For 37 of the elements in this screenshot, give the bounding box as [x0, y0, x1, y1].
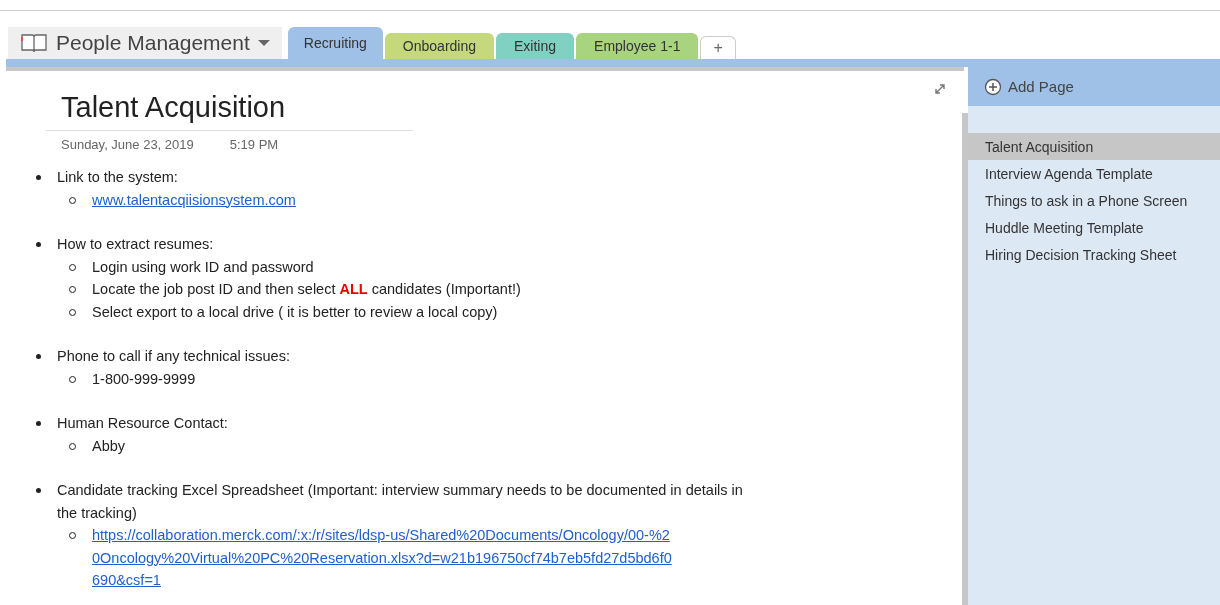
bullet-icon — [36, 242, 41, 247]
section-tab[interactable]: Onboarding — [384, 33, 494, 59]
bullet-text: Human Resource Contact: — [57, 414, 228, 433]
bullet-icon — [36, 421, 41, 426]
link[interactable]: www.talentacqiisionsystem.com — [92, 188, 296, 211]
bullet-text: Login using work ID and password — [92, 257, 314, 277]
notebook-selector[interactable]: People Management — [8, 27, 282, 59]
bullet-text: Candidate tracking Excel Spreadsheet (Important: interview summary needs to be documented in details in the tracking) — [57, 481, 744, 523]
page-date: Sunday, June 23, 2019 — [61, 137, 194, 152]
add-page-button[interactable]: Add Page — [968, 67, 1220, 106]
bullet-icon — [36, 354, 41, 359]
page-list-item[interactable]: Talent Acquisition — [968, 133, 1220, 160]
bullet-text: Select export to a local drive ( it is better to review a local copy) — [92, 302, 498, 322]
section-tab[interactable]: Employee 1-1 — [576, 33, 699, 59]
bullet-text: How to extract resumes: — [57, 235, 214, 254]
plus-circle-icon — [984, 77, 1002, 96]
section-tab[interactable]: Exiting — [496, 33, 575, 59]
bullet-icon — [36, 488, 41, 493]
page-title: Talent Acquisition — [61, 91, 287, 124]
bullet-text: Abby — [92, 436, 126, 456]
link[interactable]: https://collaboration.merck.com/:x:/r/sites/ldsp-us/Shared%20Documents/Oncology/00-%20Oncology%20Virtual%20PC%20Reservation.xlsx?d=w21b196750cf74b7eb5fd27d5bd6f0690&csf=1 — [92, 524, 672, 592]
bullet-text: 1-800-999-9999 — [92, 369, 196, 389]
notebook-icon — [20, 32, 48, 54]
page-list-item[interactable]: Interview Agenda Template — [968, 160, 1220, 187]
page-list-item[interactable]: Hiring Decision Tracking Sheet — [968, 241, 1220, 268]
dropdown-caret-icon — [257, 39, 270, 47]
page-list-item[interactable]: Things to ask in a Phone Screen — [968, 187, 1220, 214]
scrollbar[interactable] — [962, 113, 968, 605]
expand-icon[interactable] — [934, 83, 946, 95]
section-tab[interactable]: Recruiting — [287, 27, 383, 59]
page-time: 5:19 PM — [229, 137, 279, 152]
bullet-text: Link to the system: — [57, 168, 178, 187]
bullet-icon — [36, 175, 41, 180]
page-list-item[interactable]: Huddle Meeting Template — [968, 214, 1220, 241]
add-section-tab[interactable]: + — [700, 36, 736, 59]
bullet-text: Locate the job post ID and then select ALL candidates (Important!) — [92, 280, 521, 299]
bullet-text: Phone to call if any technical issues: — [57, 347, 290, 366]
